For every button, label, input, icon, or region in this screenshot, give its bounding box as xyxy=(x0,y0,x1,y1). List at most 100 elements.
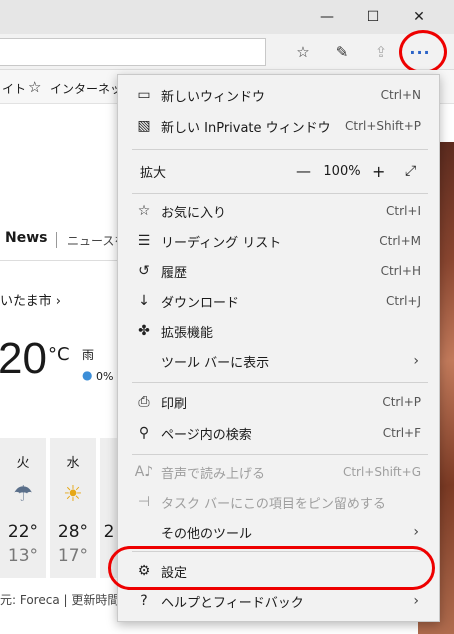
close-button[interactable]: ✕ xyxy=(396,0,442,34)
reading-list-icon: ☰ xyxy=(137,233,151,249)
weather-source: 元: Foreca | 更新時間 xyxy=(0,593,120,607)
menu-item-find-on-page[interactable]: ⚲ ページ内の検索 Ctrl+F xyxy=(118,418,439,448)
temperature-unit: °C xyxy=(48,344,70,365)
full-screen-button[interactable]: ⤢ xyxy=(405,163,416,179)
menu-item-read-aloud[interactable]: A♪ 音声で読み上げる Ctrl+Shift+G xyxy=(118,457,439,487)
menu-item-new-inprivate-window[interactable]: ▧ 新しい InPrivate ウィンドウ Ctrl+Shift+P xyxy=(118,111,439,141)
menu-item-shortcut: Ctrl+J xyxy=(386,294,421,308)
inprivate-window-icon: ▧ xyxy=(137,118,151,134)
forecast-day-name: 水 xyxy=(66,456,80,471)
menu-item-shortcut: Ctrl+M xyxy=(379,234,421,248)
zoom-level: 100% xyxy=(323,163,361,179)
forecast-day-card[interactable]: 火 ☂ 22° 13° xyxy=(0,438,46,578)
forecast-high: 22° xyxy=(7,522,39,542)
minimize-button[interactable]: — xyxy=(304,0,350,34)
menu-item-label: 拡大 xyxy=(140,165,167,181)
menu-item-more-tools[interactable]: その他のツール › xyxy=(118,517,439,547)
read-aloud-icon: A♪ xyxy=(134,464,154,480)
news-tab[interactable]: News xyxy=(5,230,47,246)
menu-item-label: ダウンロード xyxy=(161,295,240,311)
menu-item-help-and-feedback[interactable]: ? ヘルプとフィードバック › xyxy=(118,586,439,616)
extensions-icon: ✤ xyxy=(138,323,150,339)
weather-city-link[interactable]: いたま市 › xyxy=(0,290,61,309)
forecast-low: 17° xyxy=(57,546,89,566)
menu-divider xyxy=(132,382,428,383)
weather-temperature: 20 xyxy=(0,334,47,383)
menu-item-history[interactable]: ↺ 履歴 Ctrl+H xyxy=(118,256,439,286)
divider xyxy=(0,260,118,261)
menu-item-pin-to-taskbar[interactable]: ⊣ タスク バーにこの項目をピン留めする xyxy=(118,487,439,517)
download-icon: ↓ xyxy=(138,293,150,309)
maximize-icon: ☐ xyxy=(366,9,380,25)
menu-item-downloads[interactable]: ↓ ダウンロード Ctrl+J xyxy=(118,286,439,316)
menu-item-print[interactable]: ⎙ 印刷 Ctrl+P xyxy=(118,387,439,417)
menu-item-label: ヘルプとフィードバック xyxy=(161,595,304,611)
rain-chance: 0% xyxy=(96,370,114,383)
add-favorite-button[interactable]: ☆ xyxy=(288,38,318,66)
weather-condition: 雨 xyxy=(82,348,95,362)
help-icon: ? xyxy=(140,593,148,609)
menu-divider xyxy=(132,454,428,455)
menu-divider xyxy=(132,149,428,150)
zoom-in-button[interactable]: + xyxy=(372,162,385,181)
favorites-bar-item[interactable]: イト xyxy=(2,80,26,97)
menu-item-label: お気に入り xyxy=(161,205,227,221)
settings-and-more-menu: ▭ 新しいウィンドウ Ctrl+N ▧ 新しい InPrivate ウィンドウ … xyxy=(117,74,440,622)
menu-item-label: 新しい InPrivate ウィンドウ xyxy=(161,120,331,136)
menu-item-shortcut: Ctrl+F xyxy=(382,426,421,440)
menu-item-extensions[interactable]: ✤ 拡張機能 xyxy=(118,316,439,346)
menu-item-shortcut: Ctrl+H xyxy=(380,264,421,278)
close-icon: ✕ xyxy=(413,9,425,25)
forecast-high: 2 xyxy=(103,522,115,542)
menu-item-shortcut: Ctrl+P xyxy=(382,395,421,409)
web-note-button[interactable]: ✎ xyxy=(327,38,357,66)
menu-item-label: 音声で読み上げる xyxy=(161,466,266,482)
more-button-highlight xyxy=(399,30,447,74)
star-icon: ☆ xyxy=(28,78,42,96)
menu-item-reading-list[interactable]: ☰ リーディング リスト Ctrl+M xyxy=(118,226,439,256)
pin-icon: ⊣ xyxy=(137,494,151,510)
address-bar-row: ☆ ✎ ⇪ ··· xyxy=(0,34,454,70)
partly-sunny-icon: ☀ xyxy=(63,482,83,507)
share-icon: ⇪ xyxy=(374,43,388,61)
history-icon: ↺ xyxy=(138,263,150,279)
share-button[interactable]: ⇪ xyxy=(366,38,396,66)
menu-item-label: その他のツール xyxy=(161,526,253,542)
menu-item-label: ページ内の検索 xyxy=(161,427,252,443)
menu-item-label: タスク バーにこの項目をピン留めする xyxy=(161,496,386,512)
forecast-day-name: 火 xyxy=(16,456,30,471)
forecast-day-card[interactable]: 水 ☀ 28° 17° xyxy=(50,438,96,578)
menu-item-shortcut: Ctrl+Shift+P xyxy=(345,119,421,133)
zoom-out-button[interactable]: — xyxy=(296,162,311,180)
menu-item-favorites[interactable]: ☆ お気に入り Ctrl+I xyxy=(118,196,439,226)
web-note-icon: ✎ xyxy=(335,43,349,61)
menu-item-label: リーディング リスト xyxy=(161,235,282,251)
add-favorite-icon: ☆ xyxy=(296,43,310,61)
forecast-high: 28° xyxy=(57,522,89,542)
menu-item-shortcut: Ctrl+N xyxy=(380,88,421,102)
chevron-right-icon: › xyxy=(413,353,419,369)
menu-item-label: 印刷 xyxy=(161,396,188,412)
favorites-icon: ☆ xyxy=(137,203,151,219)
menu-item-label: 新しいウィンドウ xyxy=(161,89,266,105)
address-input[interactable] xyxy=(0,38,266,66)
chevron-right-icon: › xyxy=(413,593,419,609)
menu-item-label: 拡張機能 xyxy=(161,325,214,341)
menu-item-new-window[interactable]: ▭ 新しいウィンドウ Ctrl+N xyxy=(118,80,439,110)
menu-item-label: 履歴 xyxy=(161,265,188,281)
window-icon: ▭ xyxy=(137,87,151,103)
rain-cloud-icon: ☂ xyxy=(13,482,33,507)
rain-drop-icon: ● xyxy=(82,368,93,382)
chevron-right-icon: › xyxy=(413,524,419,540)
settings-item-highlight xyxy=(108,546,435,590)
menu-item-zoom: 拡大 — 100% + ⤢ xyxy=(118,156,439,186)
menu-item-label: ツール バーに表示 xyxy=(161,355,270,371)
menu-item-show-in-toolbar[interactable]: ツール バーに表示 › xyxy=(118,346,439,376)
forecast-low: 13° xyxy=(7,546,39,566)
search-icon: ⚲ xyxy=(138,425,150,441)
title-bar: — ☐ ✕ xyxy=(0,0,454,34)
menu-divider xyxy=(132,193,428,194)
menu-item-shortcut: Ctrl+I xyxy=(386,204,421,218)
maximize-button[interactable]: ☐ xyxy=(350,0,396,34)
print-icon: ⎙ xyxy=(138,394,150,410)
